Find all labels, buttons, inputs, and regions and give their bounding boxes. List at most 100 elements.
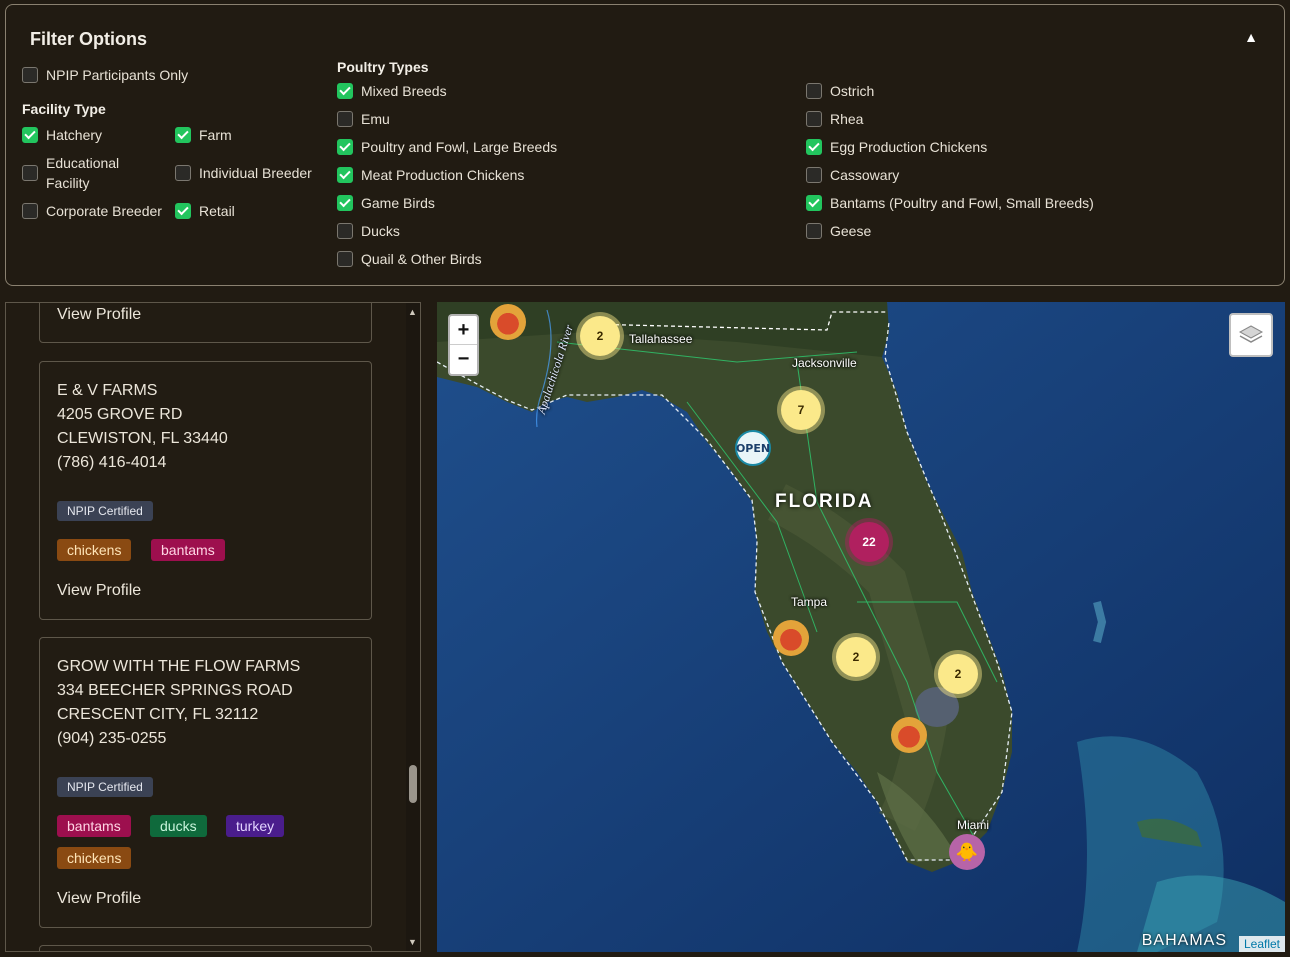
map-cluster[interactable]: 22 (849, 522, 889, 562)
listing-card (39, 945, 372, 951)
business-address: 4205 GROVE RD (57, 406, 183, 423)
facility-individual-breeder[interactable]: Individual Breeder (175, 163, 312, 183)
zoom-control: + − (448, 314, 479, 376)
checkbox-icon[interactable] (337, 167, 353, 183)
leaflet-attribution[interactable]: Leaflet (1238, 936, 1285, 952)
checkbox-label: Ducks (361, 223, 400, 239)
checkbox-icon[interactable] (337, 139, 353, 155)
checkbox-label: Farm (199, 127, 232, 143)
npip-certified-badge: NPIP Certified (57, 777, 153, 797)
view-profile-link[interactable]: View Profile (57, 306, 141, 324)
poultry-large-breeds[interactable]: Poultry and Fowl, Large Breeds (337, 137, 557, 157)
checkbox-label: Ostrich (830, 83, 875, 99)
checkbox-label: Corporate Breeder (46, 203, 162, 219)
view-profile-link[interactable]: View Profile (57, 582, 141, 600)
checkbox-label: Game Birds (361, 195, 435, 211)
label-miami: Miami (957, 818, 989, 832)
poultry-quail[interactable]: Quail & Other Birds (337, 249, 482, 269)
checkbox-icon[interactable] (175, 203, 191, 219)
filter-panel: Filter Options ▲ NPIP Participants Only … (5, 4, 1285, 286)
checkbox-label: Cassowary (830, 167, 900, 183)
map-cluster[interactable]: 2 (938, 654, 978, 694)
poultry-emu[interactable]: Emu (337, 109, 390, 129)
checkbox-label: Individual Breeder (199, 165, 312, 181)
map[interactable]: + − Tallahassee Jacksonville FLORIDA Tam… (437, 302, 1285, 952)
listing-scrollbar[interactable]: ▲ ▼ (406, 303, 420, 951)
checkbox-icon[interactable] (22, 203, 38, 219)
poultry-egg-chickens[interactable]: Egg Production Chickens (806, 137, 987, 157)
checkbox-icon[interactable] (806, 111, 822, 127)
checkbox-icon[interactable] (22, 67, 38, 83)
checkbox-label: Emu (361, 111, 390, 127)
business-address: 334 BEECHER SPRINGS ROAD (57, 682, 293, 699)
scroll-down-icon[interactable]: ▼ (408, 937, 417, 947)
business-name: E & V FARMS (57, 382, 158, 399)
business-city: CRESCENT CITY, FL 32112 (57, 706, 259, 723)
checkbox-icon[interactable] (806, 83, 822, 99)
business-city: CLEWISTON, FL 33440 (57, 430, 228, 447)
poultry-bantams[interactable]: Bantams (Poultry and Fowl, Small Breeds) (806, 193, 1094, 213)
facility-farm[interactable]: Farm (175, 125, 232, 145)
poultry-cassowary[interactable]: Cassowary (806, 165, 899, 185)
chick-marker-icon[interactable]: 🐥 (949, 834, 985, 870)
business-phone: (904) 235-0255 (57, 730, 167, 747)
label-tallahassee: Tallahassee (629, 332, 693, 346)
checkbox-icon[interactable] (175, 127, 191, 143)
listing-panel[interactable]: View Profile E & V FARMS 4205 GROVE RD C… (5, 302, 421, 952)
label-bahamas: BAHAMAS (1141, 932, 1227, 949)
checkbox-label: Meat Production Chickens (361, 167, 525, 183)
barn-marker-icon[interactable] (490, 304, 526, 340)
view-profile-link[interactable]: View Profile (57, 890, 141, 908)
layers-icon (1238, 325, 1264, 343)
scroll-thumb[interactable] (409, 765, 417, 803)
poultry-ducks[interactable]: Ducks (337, 221, 400, 241)
checkbox-icon[interactable] (337, 111, 353, 127)
poultry-meat-chickens[interactable]: Meat Production Chickens (337, 165, 524, 185)
checkbox-icon[interactable] (337, 83, 353, 99)
checkbox-label: Geese (830, 223, 872, 239)
checkbox-icon[interactable] (337, 251, 353, 267)
checkbox-icon[interactable] (22, 165, 38, 181)
checkbox-label: Bantams (Poultry and Fowl, Small Breeds) (830, 195, 1094, 211)
poultry-ostrich[interactable]: Ostrich (806, 81, 874, 101)
layers-button[interactable] (1229, 313, 1273, 357)
checkbox-icon[interactable] (337, 195, 353, 211)
facility-corporate-breeder[interactable]: Corporate Breeder (22, 201, 162, 221)
zoom-out-button[interactable]: − (450, 345, 477, 374)
checkbox-icon[interactable] (806, 139, 822, 155)
npip-only-checkbox[interactable]: NPIP Participants Only (22, 65, 188, 85)
checkbox-icon[interactable] (337, 223, 353, 239)
npip-certified-badge: NPIP Certified (57, 501, 153, 521)
poultry-geese[interactable]: Geese (806, 221, 871, 241)
checkbox-icon[interactable] (806, 167, 822, 183)
zoom-in-button[interactable]: + (450, 316, 477, 345)
checkbox-icon[interactable] (806, 195, 822, 211)
checkbox-label: Quail & Other Birds (361, 251, 482, 267)
scroll-up-icon[interactable]: ▲ (408, 307, 417, 317)
facility-educational[interactable]: Educational Facility (22, 153, 136, 193)
poultry-types-title: Poultry Types (337, 59, 429, 75)
map-cluster[interactable]: 2 (580, 316, 620, 356)
checkbox-label: Mixed Breeds (361, 83, 447, 99)
facility-hatchery[interactable]: Hatchery (22, 125, 102, 145)
poultry-mixed-breeds[interactable]: Mixed Breeds (337, 81, 447, 101)
map-cluster[interactable]: 7 (781, 390, 821, 430)
poultry-rhea[interactable]: Rhea (806, 109, 863, 129)
facility-retail[interactable]: Retail (175, 201, 235, 221)
checkbox-icon[interactable] (22, 127, 38, 143)
map-cluster[interactable]: 2 (836, 637, 876, 677)
open-shop-marker-icon[interactable]: OPEN (735, 430, 771, 466)
tag-ducks: ducks (150, 815, 207, 837)
checkbox-icon[interactable] (806, 223, 822, 239)
tag-bantams: bantams (57, 815, 131, 837)
checkbox-label: Retail (199, 203, 235, 219)
barn-marker-icon[interactable] (891, 717, 927, 753)
collapse-icon[interactable]: ▲ (1244, 29, 1258, 45)
business-phone: (786) 416-4014 (57, 454, 167, 471)
barn-marker-icon[interactable] (773, 620, 809, 656)
poultry-game-birds[interactable]: Game Birds (337, 193, 435, 213)
checkbox-icon[interactable] (175, 165, 191, 181)
facility-type-title: Facility Type (22, 101, 106, 117)
label-tampa: Tampa (791, 595, 828, 609)
checkbox-label: Egg Production Chickens (830, 139, 988, 155)
